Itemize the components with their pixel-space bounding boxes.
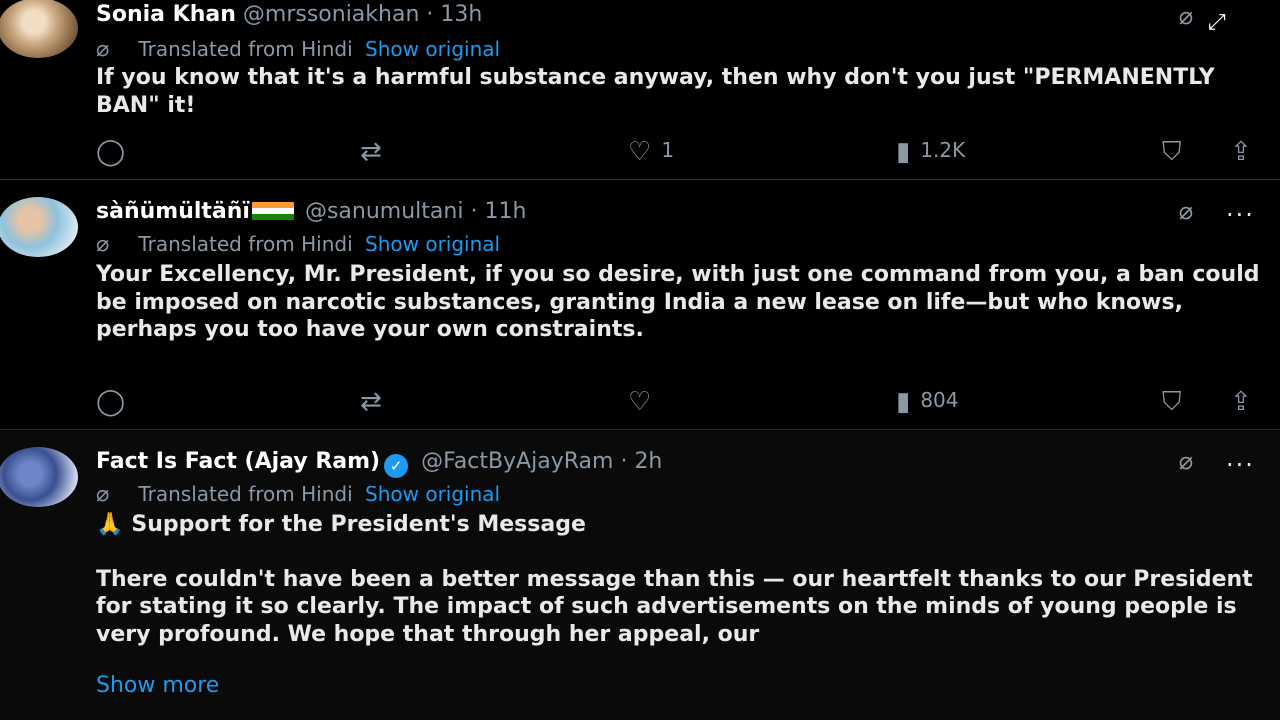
tweet-heading: 🙏 Support for the President's Message [96, 511, 1271, 539]
timestamp[interactable]: 2h [634, 449, 662, 474]
reply-button[interactable]: ◯ [96, 384, 135, 417]
like-button[interactable]: ♡ 1 [628, 134, 675, 167]
views-button[interactable]: ▮ 1.2K [896, 134, 966, 167]
translation-bar: ⌀ Translated from Hindi Show original [96, 37, 500, 62]
translation-bar: ⌀ Translated from Hindi Show original [96, 232, 500, 257]
share-icon: ⇪ [1230, 137, 1252, 167]
more-icon[interactable]: ··· [1226, 201, 1255, 229]
timestamp[interactable]: 11h [484, 199, 526, 224]
tweet-paragraph: There couldn't have been a better messag… [96, 566, 1253, 647]
views-icon: ▮ [896, 387, 911, 417]
show-original-link[interactable]: Show original [365, 232, 500, 256]
grok-icon[interactable]: ⌀ [1168, 4, 1204, 28]
views-count: 804 [920, 388, 959, 412]
like-button[interactable]: ♡ [628, 384, 661, 417]
retweet-icon: ⇄ [360, 137, 382, 167]
translated-label: Translated from Hindi [138, 37, 353, 61]
tweet[interactable]: Fact Is Fact (Ajay Ram) ✓ @FactByAjayRam … [0, 431, 1280, 720]
grok-icon[interactable]: ⌀ [1168, 199, 1204, 223]
user-handle[interactable]: @sanumultani [305, 199, 463, 224]
india-flag-icon [251, 202, 294, 220]
display-name[interactable]: Sonia Khan [96, 2, 236, 27]
reply-icon: ◯ [96, 387, 126, 417]
tweet-heading-text: Support for the President's Message [131, 512, 586, 537]
display-name[interactable]: Fact Is Fact (Ajay Ram) [96, 449, 380, 474]
tweet-text: 🙏 Support for the President's Message The… [96, 511, 1271, 648]
show-original-link[interactable]: Show original [365, 37, 500, 61]
share-button[interactable]: ⇪ [1230, 384, 1252, 417]
show-more-link[interactable]: Show more [96, 673, 219, 698]
translate-icon: ⌀ [96, 482, 110, 507]
tweet-paragraph: Your Excellency, Mr. President, if you s… [96, 262, 1260, 342]
show-original-link[interactable]: Show original [365, 482, 500, 506]
bookmark-button[interactable]: ⛉ [1162, 384, 1182, 417]
tweet-text: If you know that it's a harmful substanc… [96, 64, 1271, 119]
tweet[interactable]: sàñümültäñï @sanumultani · 11h ⌀ ··· ⌀ T… [0, 181, 1280, 430]
bookmark-icon: ⛉ [1162, 137, 1182, 167]
avatar[interactable] [0, 447, 78, 507]
retweet-icon: ⇄ [360, 387, 382, 417]
reply-icon: ◯ [96, 137, 126, 167]
timestamp[interactable]: 13h [440, 2, 482, 27]
display-name[interactable]: sàñümültäñï [96, 199, 250, 224]
views-icon: ▮ [896, 137, 911, 167]
avatar[interactable] [0, 0, 78, 58]
bookmark-button[interactable]: ⛉ [1162, 134, 1182, 167]
tweet-header: Fact Is Fact (Ajay Ram) ✓ @FactByAjayRam … [96, 449, 662, 478]
separator-dot: · [470, 199, 478, 224]
tweet-header: sàñümültäñï @sanumultani · 11h [96, 199, 526, 224]
translated-label: Translated from Hindi [138, 482, 353, 506]
action-bar: ◯ ⇄ ♡ 1 ▮ 1.2K ⛉ ⇪ [96, 134, 1266, 167]
retweet-button[interactable]: ⇄ [360, 384, 392, 417]
tweet-header: Sonia Khan @mrssoniakhan · 13h [96, 2, 482, 27]
separator-dot: · [426, 2, 434, 27]
share-button[interactable]: ⇪ [1230, 134, 1252, 167]
grok-icon[interactable]: ⌀ [1168, 449, 1204, 473]
retweet-button[interactable]: ⇄ [360, 134, 392, 167]
user-handle[interactable]: @FactByAjayRam [421, 449, 613, 474]
tweet-text: Your Excellency, Mr. President, if you s… [96, 261, 1271, 344]
tweet[interactable]: Sonia Khan @mrssoniakhan · 13h ⌀ ⤢ ⌀ Tra… [0, 0, 1280, 180]
reply-button[interactable]: ◯ [96, 134, 135, 167]
translate-icon: ⌀ [96, 37, 110, 62]
expand-icon[interactable]: ⤢ [1208, 10, 1256, 42]
heart-icon: ♡ [628, 137, 652, 167]
verified-badge-icon: ✓ [384, 454, 409, 478]
heart-icon: ♡ [628, 387, 652, 417]
views-count: 1.2K [920, 138, 966, 162]
translation-bar: ⌀ Translated from Hindi Show original [96, 482, 500, 507]
bookmark-icon: ⛉ [1162, 387, 1182, 417]
separator-dot: · [620, 449, 628, 474]
tweet-paragraph: If you know that it's a harmful substanc… [96, 65, 1215, 118]
like-count: 1 [661, 138, 675, 162]
action-bar: ◯ ⇄ ♡ ▮ 804 ⛉ ⇪ [96, 384, 1266, 417]
views-button[interactable]: ▮ 804 [896, 384, 959, 417]
avatar[interactable] [0, 197, 78, 257]
translate-icon: ⌀ [96, 232, 110, 257]
share-icon: ⇪ [1230, 387, 1252, 417]
translated-label: Translated from Hindi [138, 232, 353, 256]
more-icon[interactable]: ··· [1226, 451, 1255, 479]
user-handle[interactable]: @mrssoniakhan [243, 2, 420, 27]
folded-hands-emoji: 🙏 [96, 512, 124, 537]
